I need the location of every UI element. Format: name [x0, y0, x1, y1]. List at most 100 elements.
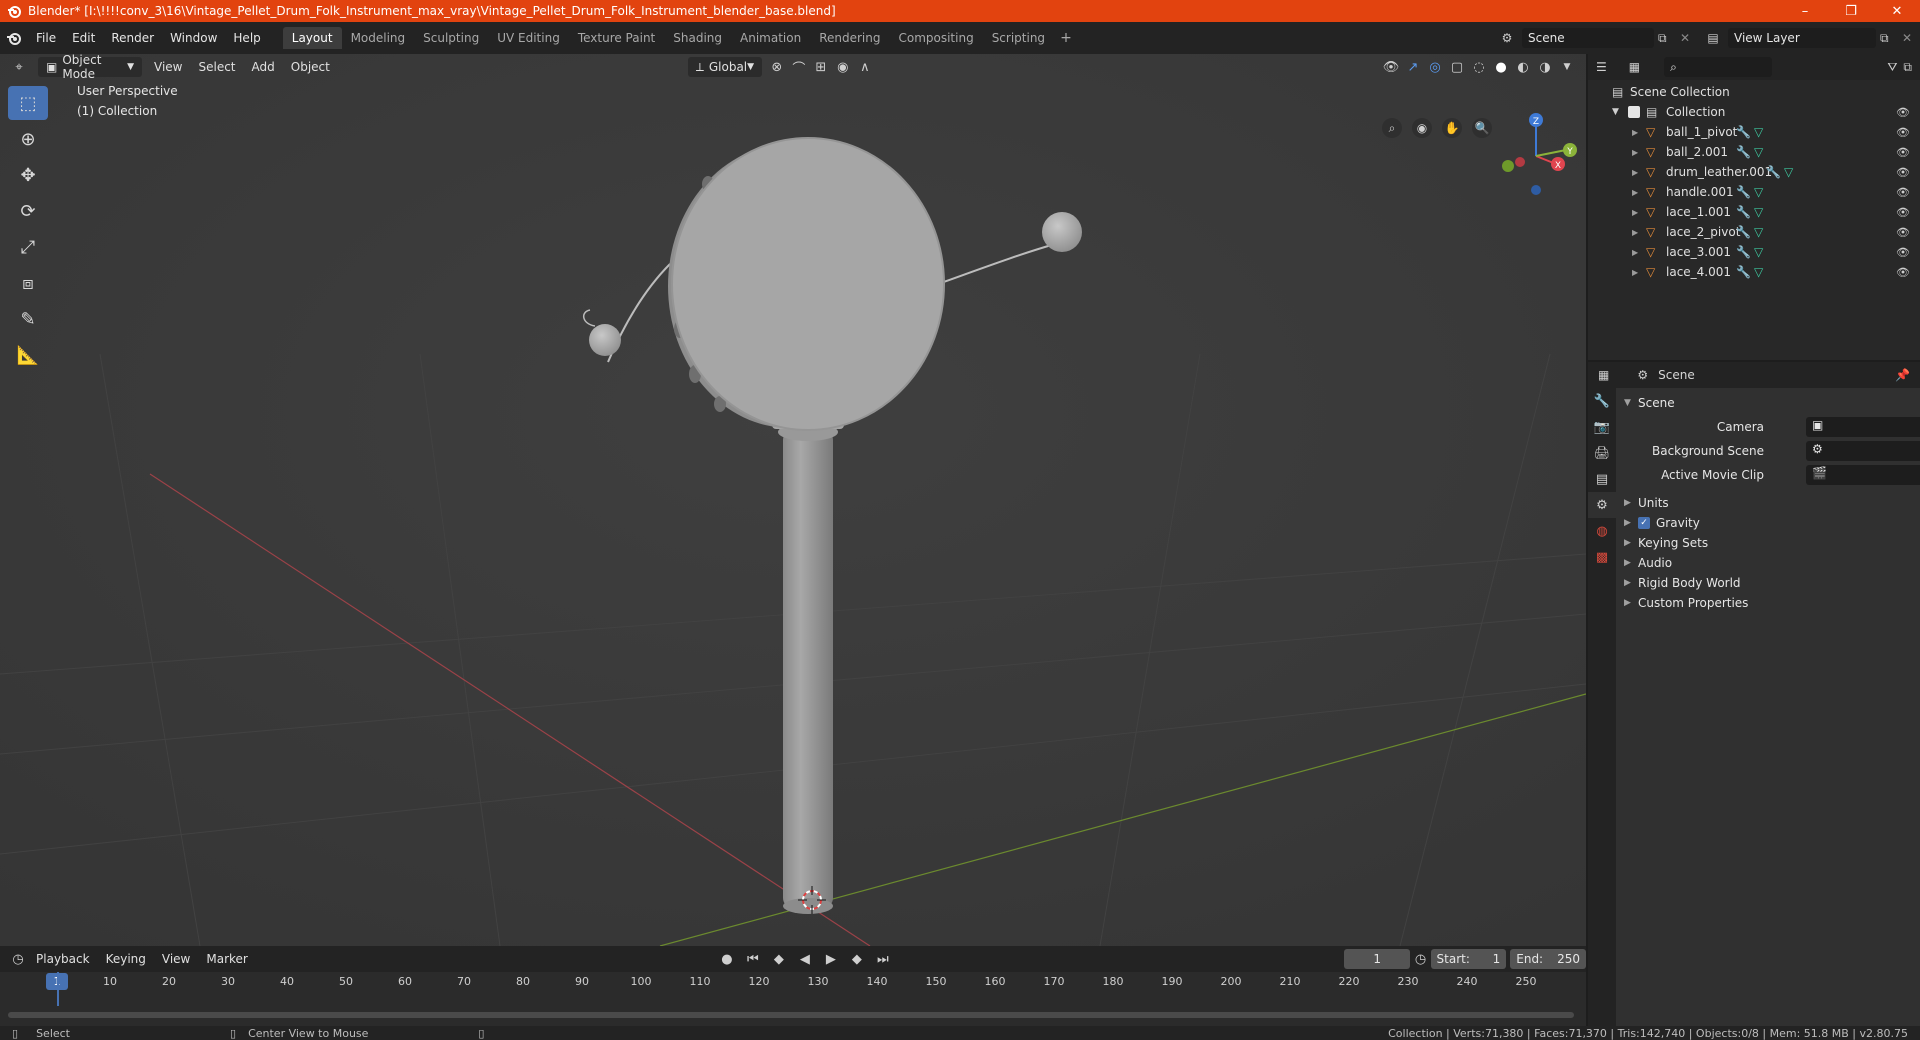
expand-chevron-icon[interactable]: ▶	[1632, 248, 1638, 257]
gravity-checkbox[interactable]: ✓	[1638, 517, 1650, 529]
mesh-data-icon[interactable]: ▽	[1754, 205, 1763, 219]
ball-right[interactable]	[1042, 212, 1082, 252]
wireframe-shading-icon[interactable]: ◌	[1468, 57, 1490, 77]
timeline-editor-type-icon[interactable]: ◷	[8, 949, 28, 969]
outliner-object-row[interactable]: ▶ ▽ lace_2_pivot 🔧 ▽ 👁	[1588, 222, 1920, 242]
camera-view-icon[interactable]: ◉	[1412, 118, 1432, 138]
mesh-data-icon[interactable]: ▽	[1754, 225, 1763, 239]
modifier-wrench-icon[interactable]: 🔧	[1736, 185, 1751, 199]
scene-tab-icon[interactable]: ⚙	[1588, 492, 1616, 518]
remove-scene-icon[interactable]: ✕	[1680, 31, 1698, 45]
start-frame-field[interactable]: Start: 1	[1430, 949, 1507, 969]
editor-type-icon[interactable]: ⌖	[8, 57, 30, 77]
drum-leather[interactable]	[672, 138, 944, 430]
eye-icon[interactable]: 👁	[1896, 266, 1910, 279]
new-collection-icon[interactable]: ⧉	[1903, 60, 1912, 75]
tab-modeling[interactable]: Modeling	[342, 27, 415, 49]
overlays-toggle-icon[interactable]: ◎	[1424, 57, 1446, 77]
active-movie-clip-field[interactable]: 🎬	[1806, 465, 1920, 485]
outliner-object-row[interactable]: ▶ ▽ ball_2.001 🔧 ▽ 👁	[1588, 142, 1920, 162]
view-layer-field[interactable]: View Layer	[1728, 28, 1876, 48]
play-icon[interactable]: ▶	[820, 949, 842, 969]
outliner-object-row[interactable]: ▶ ▽ drum_leather.001 🔧 ▽ 👁	[1588, 162, 1920, 182]
mode-dropdown[interactable]: ▣ Object Mode ▼	[38, 54, 142, 81]
mesh-data-icon[interactable]: ▽	[1754, 125, 1763, 139]
tab-animation[interactable]: Animation	[731, 27, 810, 49]
modifier-wrench-icon[interactable]: 🔧	[1766, 165, 1781, 179]
timeline-ruler[interactable]: 1 10203040506070809010011012013014015016…	[0, 972, 1586, 992]
outliner-object-row[interactable]: ▶ ▽ lace_4.001 🔧 ▽ 👁	[1588, 262, 1920, 282]
expand-chevron-icon[interactable]: ▶	[1632, 168, 1638, 177]
new-view-layer-icon[interactable]: ⧉	[1880, 31, 1898, 46]
measure-tool-icon[interactable]: 📐	[8, 338, 48, 372]
tab-shading[interactable]: Shading	[664, 27, 731, 49]
play-reverse-icon[interactable]: ◀	[794, 949, 816, 969]
rotate-tool-icon[interactable]: ⟳	[8, 194, 48, 228]
visibility-icon[interactable]: 👁	[1380, 57, 1402, 77]
eye-icon[interactable]: 👁	[1896, 246, 1910, 259]
menu-render[interactable]: Render	[103, 31, 162, 45]
outliner-object-row[interactable]: ▶ ▽ lace_1.001 🔧 ▽ 👁	[1588, 202, 1920, 222]
tool-tab-icon[interactable]: 🔧	[1588, 388, 1616, 414]
scene-field[interactable]: Scene	[1522, 28, 1654, 48]
add-workspace-icon[interactable]: +	[1054, 30, 1078, 46]
mesh-data-icon[interactable]: ▽	[1754, 185, 1763, 199]
xray-toggle-icon[interactable]: ▢	[1446, 57, 1468, 77]
background-scene-field[interactable]: ⚙	[1806, 441, 1920, 461]
blender-menu-icon[interactable]	[0, 30, 28, 46]
menu-help[interactable]: Help	[225, 31, 268, 45]
collection-checkbox[interactable]	[1628, 106, 1640, 118]
timeline-body[interactable]	[0, 972, 1586, 1026]
menu-keying[interactable]: Keying	[98, 949, 154, 969]
properties-editor-type-icon[interactable]: ▦	[1598, 368, 1609, 382]
menu-timeline-view[interactable]: View	[154, 949, 198, 969]
pivot-point-icon[interactable]: ⊗	[766, 57, 788, 77]
eye-icon[interactable]: 👁	[1896, 186, 1910, 199]
shading-options-chevron-icon[interactable]: ▼	[1556, 57, 1578, 77]
camera-field[interactable]: ▣✎	[1806, 417, 1920, 437]
tab-scripting[interactable]: Scripting	[983, 27, 1054, 49]
proportional-editing-icon[interactable]: ◉	[832, 57, 854, 77]
texture-tab-icon[interactable]: ▩	[1588, 544, 1616, 570]
expand-chevron-icon[interactable]: ▶	[1632, 188, 1638, 197]
annotate-tool-icon[interactable]: ✎	[8, 302, 48, 336]
collapse-chevron-icon[interactable]: ▼	[1612, 107, 1619, 117]
modifier-wrench-icon[interactable]: 🔧	[1736, 205, 1751, 219]
view-layer-tab-icon[interactable]: ▤	[1588, 466, 1616, 492]
menu-edit[interactable]: Edit	[64, 31, 103, 45]
output-tab-icon[interactable]: 🖨	[1588, 440, 1616, 466]
menu-marker[interactable]: Marker	[198, 949, 255, 969]
3d-viewport[interactable]: ⌖ ▣ Object Mode ▼ View Select Add Object…	[0, 54, 1586, 946]
outliner-search-input[interactable]: ⌕	[1664, 57, 1773, 77]
outliner-editor-type-icon[interactable]: ☰	[1596, 60, 1607, 74]
navigation-gizmo[interactable]: ⌕ ◉ ✋ 🔍 Z X Y	[1380, 84, 1580, 227]
zoom-icon[interactable]: ⌕	[1382, 118, 1402, 138]
timeline-scrollbar[interactable]	[8, 1012, 1574, 1018]
render-tab-icon[interactable]: 📷	[1588, 414, 1616, 440]
expand-chevron-icon[interactable]: ▶	[1632, 268, 1638, 277]
end-frame-field[interactable]: End: 250	[1510, 949, 1586, 969]
eye-icon[interactable]: 👁	[1896, 206, 1910, 219]
eye-icon[interactable]: 👁	[1896, 126, 1910, 139]
remove-view-layer-icon[interactable]: ✕	[1902, 31, 1920, 45]
properties-section-header[interactable]: ▶ Custom Properties	[1624, 592, 1912, 614]
scale-tool-icon[interactable]: ⤢	[8, 230, 48, 264]
outliner-scene-collection[interactable]: ▤ Scene Collection	[1588, 82, 1920, 102]
modifier-wrench-icon[interactable]: 🔧	[1736, 245, 1751, 259]
filter-icon[interactable]: ⛛	[1887, 60, 1897, 75]
mesh-data-icon[interactable]: ▽	[1784, 165, 1793, 179]
cursor-tool-icon[interactable]: ⊕	[8, 122, 48, 156]
snap-target-icon[interactable]: ⊞	[810, 57, 832, 77]
next-keyframe-icon[interactable]: ◆	[846, 949, 868, 969]
menu-object[interactable]: Object	[283, 57, 338, 77]
move-tool-icon[interactable]: ✥	[8, 158, 48, 192]
expand-chevron-icon[interactable]: ▶	[1632, 148, 1638, 157]
modifier-wrench-icon[interactable]: 🔧	[1736, 125, 1751, 139]
tab-texture-paint[interactable]: Texture Paint	[569, 27, 664, 49]
eye-icon[interactable]: 👁	[1896, 146, 1910, 159]
eye-icon[interactable]: 👁	[1896, 226, 1910, 239]
select-box-tool-icon[interactable]: ⬚	[8, 86, 48, 120]
tab-sculpting[interactable]: Sculpting	[414, 27, 488, 49]
transform-orientation-dropdown[interactable]: ⟂ Global ▼	[687, 57, 762, 77]
menu-view[interactable]: View	[146, 57, 190, 77]
